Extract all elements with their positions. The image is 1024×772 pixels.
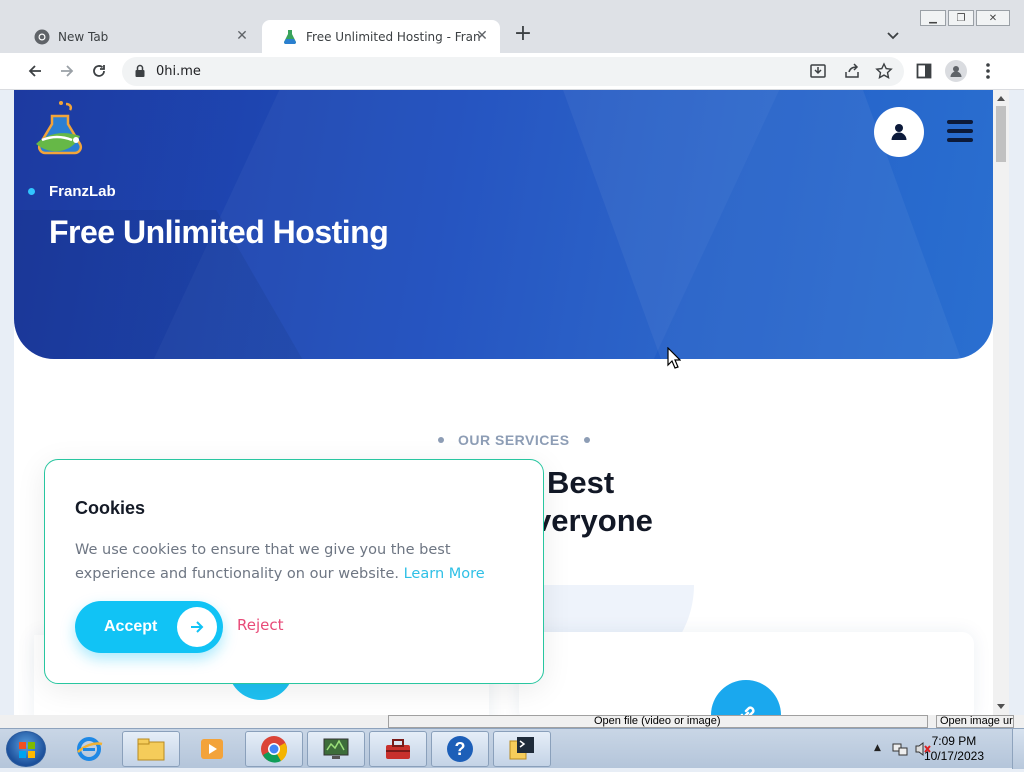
franzlab-logo-icon[interactable]: [32, 100, 88, 162]
cookie-title: Cookies: [75, 498, 146, 518]
open-image-url-status[interactable]: Open image url: [936, 715, 1014, 728]
scroll-up-arrow-icon[interactable]: [997, 96, 1005, 101]
profile-icon[interactable]: [945, 60, 967, 82]
url-text[interactable]: 0hi.me: [156, 64, 201, 79]
clock-time: 7:09 PM: [931, 734, 977, 748]
arrow-right-icon: [177, 607, 217, 647]
headline-line-1: Best: [547, 465, 615, 500]
clock[interactable]: 7:09 PM 10/17/2023: [924, 734, 984, 764]
help-icon[interactable]: ?: [431, 731, 489, 767]
flask-favicon-icon: [284, 29, 296, 44]
cookie-consent-dialog: Cookies We use cookies to ensure that we…: [44, 459, 544, 684]
monitor-app-icon[interactable]: [307, 731, 365, 767]
label-dot: [583, 437, 590, 443]
windows-logo-icon: [19, 742, 35, 758]
tab-title: New Tab: [58, 29, 109, 44]
headline-line-2: veryone: [534, 503, 653, 538]
back-icon[interactable]: [25, 61, 45, 81]
tray-expand-icon[interactable]: ▲: [874, 743, 881, 753]
network-icon[interactable]: [892, 741, 908, 757]
system-tray: ▲ 7:09 PM 10/17/2023: [864, 729, 1024, 769]
tab-new-tab[interactable]: New Tab ✕: [14, 20, 260, 53]
media-player-icon[interactable]: [183, 731, 241, 767]
accept-button[interactable]: Accept: [75, 601, 223, 653]
mouse-cursor-icon: [667, 347, 681, 369]
user-account-button[interactable]: [874, 107, 924, 157]
window-controls: ▁ ❐ ✕: [918, 10, 1010, 26]
new-tab-button[interactable]: +: [512, 23, 534, 46]
menu-dots-icon[interactable]: [978, 61, 998, 81]
hero-banner: FranzLab Free Unlimited Hosting: [14, 90, 993, 359]
reject-button[interactable]: Reject: [237, 616, 284, 634]
page-scrollbar[interactable]: [993, 90, 1009, 715]
page-viewport: FranzLab Free Unlimited Hosting OUR SERV…: [14, 90, 993, 715]
restore-button[interactable]: ❐: [948, 10, 974, 26]
scroll-thumb[interactable]: [996, 106, 1006, 162]
tab-strip: ▁ ❐ ✕ New Tab ✕ Free Unlimited Hosting -…: [0, 0, 1024, 53]
label-dot: [438, 437, 444, 443]
close-window-button[interactable]: ✕: [976, 10, 1010, 26]
cookie-body-text: We use cookies to ensure that we give yo…: [75, 542, 451, 582]
svg-text:?: ?: [455, 739, 466, 759]
terminal-app-icon[interactable]: [493, 731, 551, 767]
link-icon: [740, 706, 755, 715]
tab-title: Free Unlimited Hosting - FranzLab: [306, 29, 481, 44]
start-button[interactable]: [6, 731, 46, 767]
user-icon: [891, 124, 907, 140]
cookie-body: We use cookies to ensure that we give yo…: [75, 538, 515, 586]
download-icon[interactable]: [808, 61, 828, 81]
toolbox-icon[interactable]: [369, 731, 427, 767]
internet-explorer-icon[interactable]: [60, 731, 118, 767]
reload-icon[interactable]: [89, 61, 109, 81]
services-label-text: OUR SERVICES: [458, 432, 570, 448]
chrome-icon: [34, 29, 50, 44]
file-explorer-icon[interactable]: [122, 731, 180, 767]
close-tab-icon[interactable]: ✕: [474, 28, 490, 44]
status-bar: Open file (video or image) Open image ur…: [0, 715, 1024, 728]
open-file-status[interactable]: Open file (video or image): [388, 715, 928, 728]
star-icon[interactable]: [874, 61, 894, 81]
chrome-icon[interactable]: [245, 731, 303, 767]
browser-toolbar: 0hi.me: [0, 53, 1024, 90]
lock-icon[interactable]: [134, 64, 146, 78]
tab-search-chevron-icon[interactable]: [884, 26, 902, 44]
scroll-down-arrow-icon[interactable]: [997, 704, 1005, 709]
minimize-button[interactable]: ▁: [920, 10, 946, 26]
learn-more-link[interactable]: Learn More: [404, 566, 485, 582]
section-headline: Best veryone: [534, 464, 653, 540]
hamburger-menu-icon[interactable]: [947, 120, 973, 142]
brand-dot: [28, 188, 35, 195]
breadcrumb-brand[interactable]: FranzLab: [49, 183, 116, 200]
forward-icon[interactable]: [57, 61, 77, 81]
side-panel-icon[interactable]: [914, 61, 934, 81]
share-icon[interactable]: [842, 61, 862, 81]
show-desktop-button[interactable]: [1012, 729, 1024, 769]
clock-date: 10/17/2023: [923, 749, 984, 763]
close-tab-icon[interactable]: ✕: [234, 28, 250, 44]
page-title: Free Unlimited Hosting: [49, 214, 389, 250]
accept-label: Accept: [104, 618, 158, 635]
section-label: OUR SERVICES: [424, 432, 604, 448]
tab-franzlab[interactable]: Free Unlimited Hosting - FranzLab ✕: [262, 20, 500, 53]
address-bar[interactable]: 0hi.me: [122, 57, 904, 86]
windows-taskbar: ? ▲ 7:09 PM 10/17/2023: [0, 728, 1024, 769]
